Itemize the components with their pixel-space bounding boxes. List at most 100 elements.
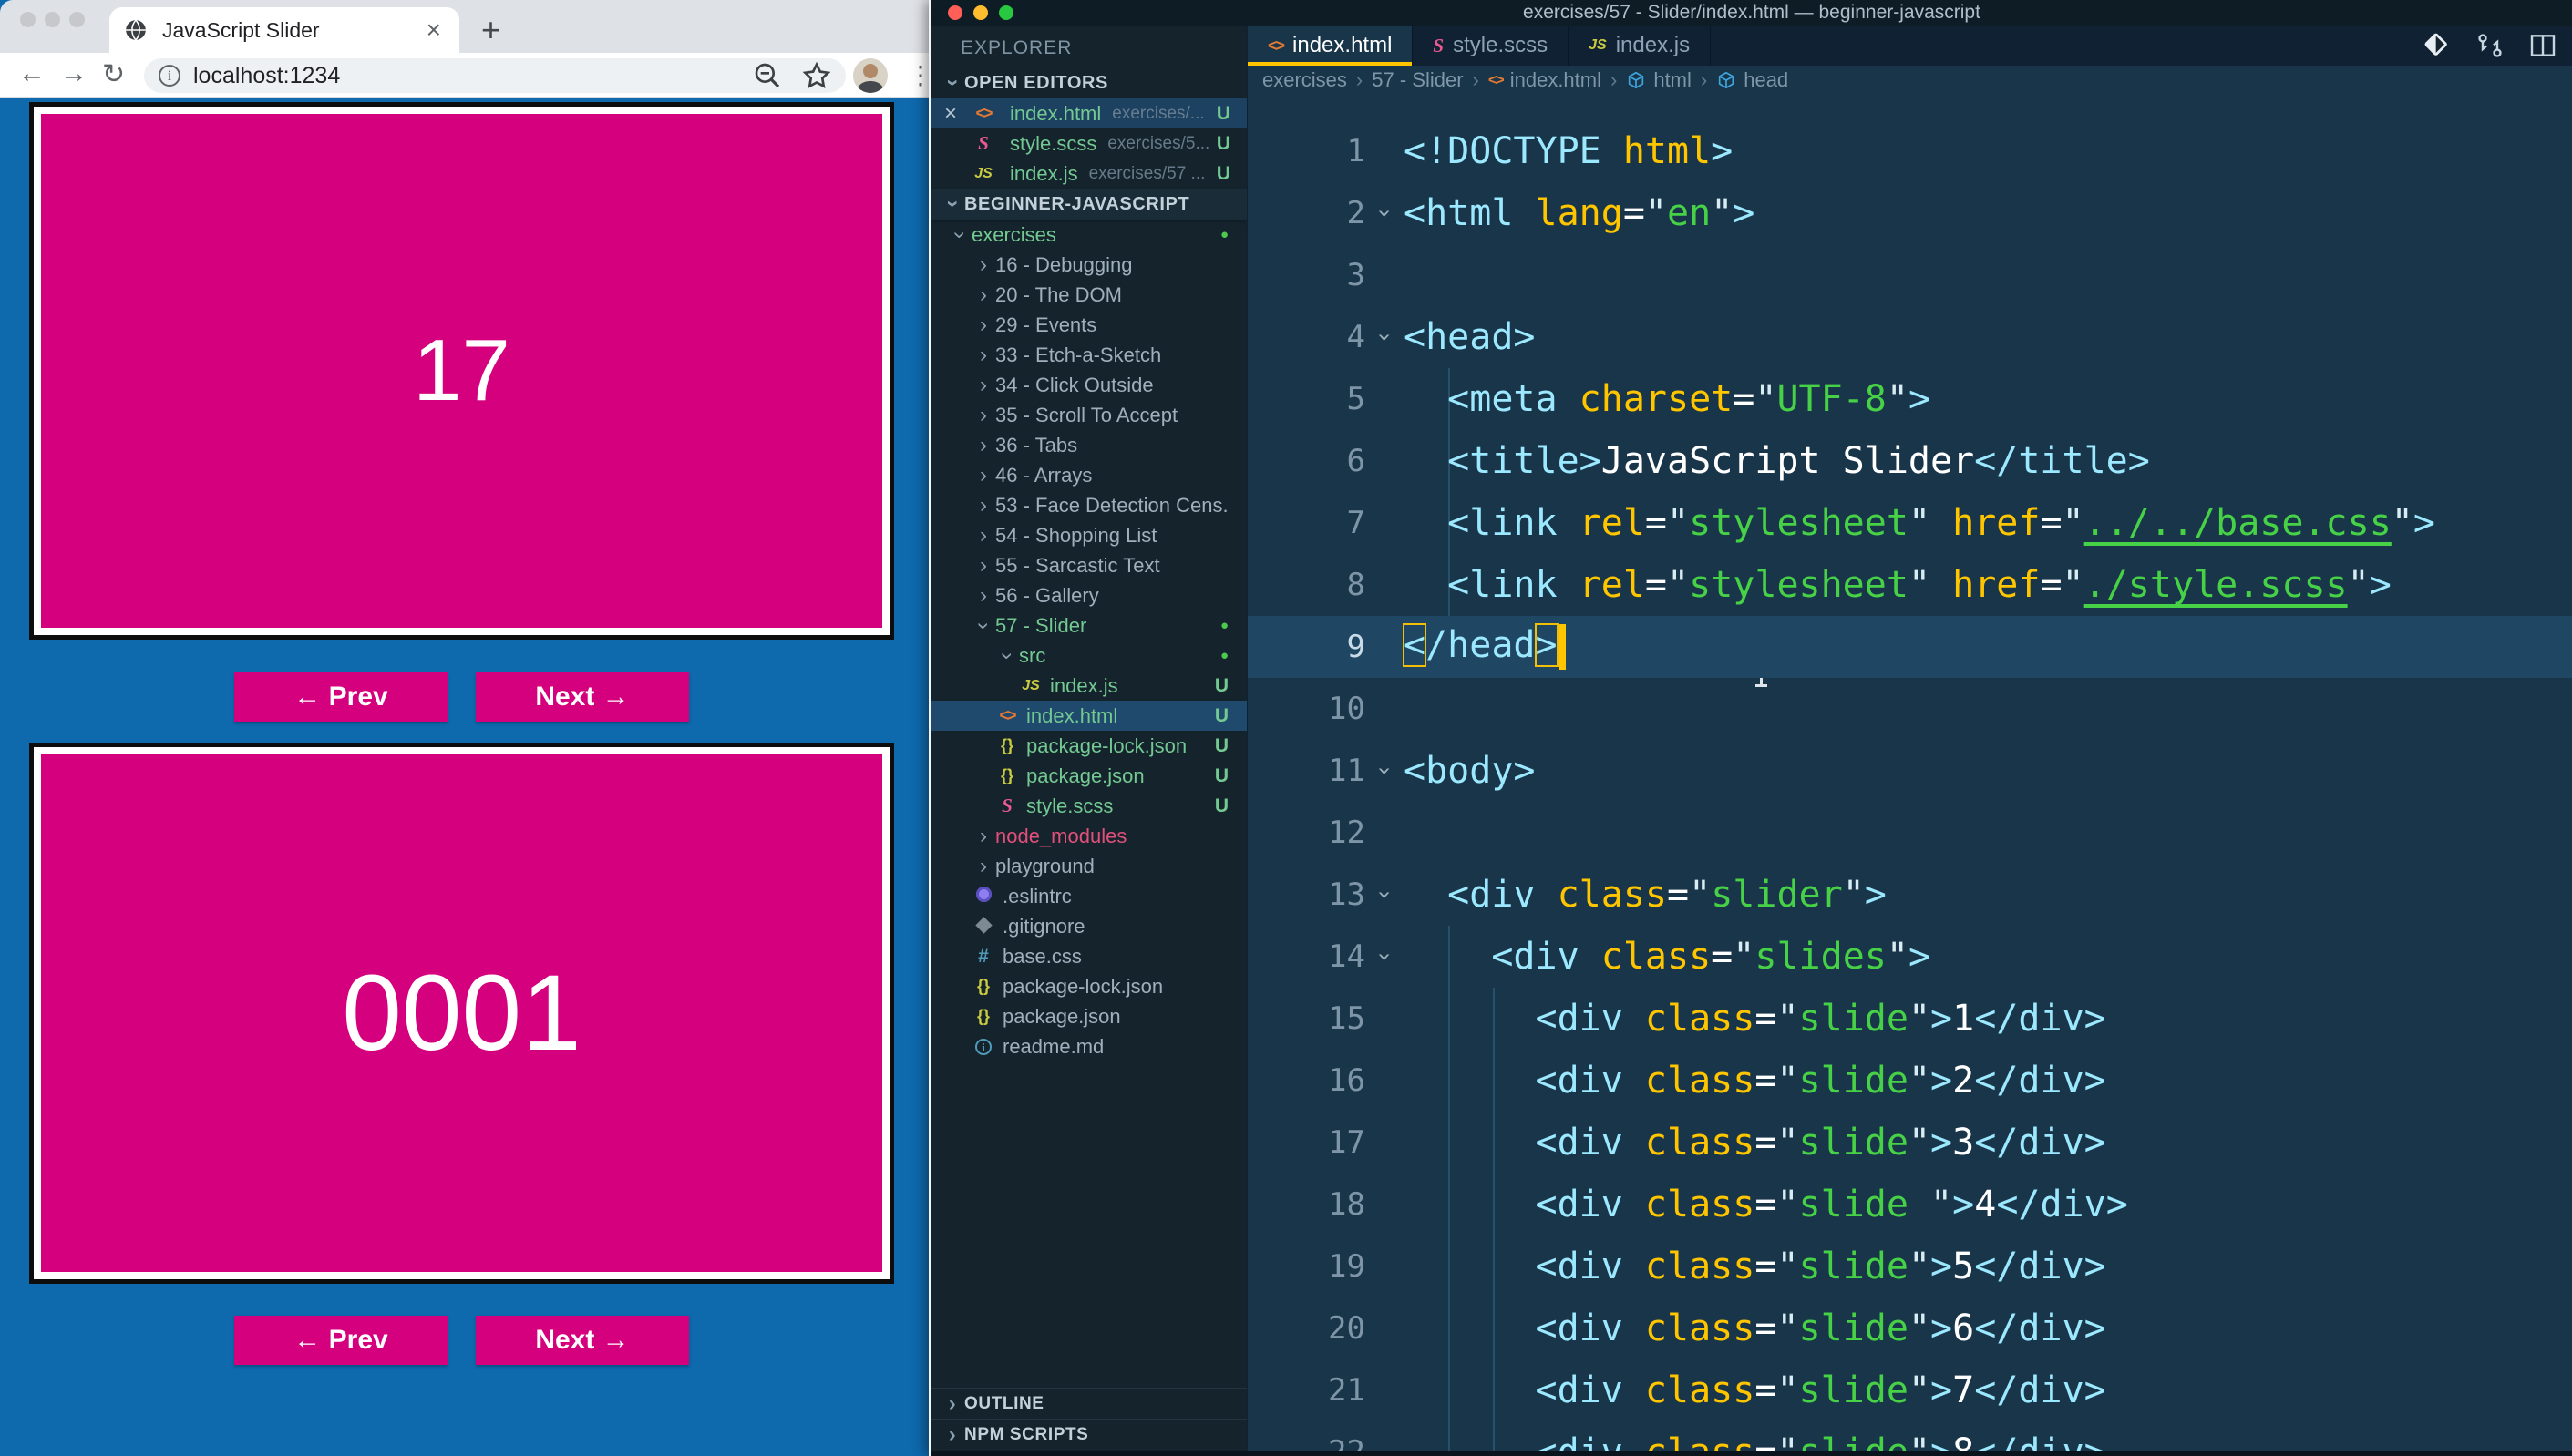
split-editor-icon[interactable]: [2528, 31, 2557, 60]
tree-item--eslintrc[interactable]: .eslintrc: [931, 881, 1247, 911]
site-info-icon[interactable]: i: [159, 65, 180, 87]
js-file-icon: JS: [1589, 37, 1607, 54]
code-line-9[interactable]: 9</head>: [1248, 616, 2572, 678]
breadcrumb-item-exercises[interactable]: exercises: [1262, 68, 1347, 92]
tree-item-46-arrays[interactable]: 46 - Arrays: [931, 460, 1247, 490]
code-line-21[interactable]: 21 <div class="slide">7</div>: [1248, 1359, 2572, 1421]
code-line-7[interactable]: 7 <link rel="stylesheet" href="../../bas…: [1248, 492, 2572, 554]
zoom-out-icon[interactable]: [753, 61, 782, 90]
tree-item-package-lock-json[interactable]: {}package-lock.jsonU: [931, 731, 1247, 761]
editor-tab-index.html[interactable]: <>index.html: [1248, 26, 1413, 66]
code-line-4[interactable]: 4<head>: [1248, 306, 2572, 368]
tree-item-33-etch-a-sketch[interactable]: 33 - Etch-a-Sketch: [931, 340, 1247, 370]
bookmark-star-icon[interactable]: [802, 61, 831, 90]
tree-item-src[interactable]: src●: [931, 641, 1247, 671]
breadcrumb-item-html[interactable]: html: [1626, 68, 1692, 92]
outline-section[interactable]: OUTLINE: [931, 1388, 1247, 1420]
tab-close-icon[interactable]: ×: [423, 15, 445, 45]
tree-item-label: node_modules: [995, 825, 1127, 848]
window-close-icon[interactable]: [20, 12, 36, 27]
fold-chevron-icon[interactable]: [1365, 881, 1404, 908]
open-editor-index.js[interactable]: JSindex.jsexercises/57 ...U: [931, 159, 1247, 189]
tree-item-index-html[interactable]: <>index.htmlU: [931, 701, 1247, 731]
tree-item-index-js[interactable]: JSindex.jsU: [931, 671, 1247, 701]
tree-item-package-json[interactable]: {}package.jsonU: [931, 761, 1247, 791]
fold-chevron-icon[interactable]: [1365, 943, 1404, 970]
tree-item-exercises[interactable]: exercises●: [931, 220, 1247, 250]
code-line-2[interactable]: 2<html lang="en">: [1248, 182, 2572, 244]
code-line-14[interactable]: 14 <div class="slides">: [1248, 926, 2572, 988]
fold-chevron-icon[interactable]: [1365, 323, 1404, 351]
reload-icon[interactable]: ↻: [102, 58, 125, 90]
editor-tab-index.js[interactable]: JSindex.js: [1569, 26, 1711, 66]
code-line-5[interactable]: 5 <meta charset="UTF-8">: [1248, 368, 2572, 430]
profile-avatar[interactable]: [853, 58, 888, 93]
tree-item--gitignore[interactable]: .gitignore: [931, 911, 1247, 941]
tree-item-35-scroll-to-accept[interactable]: 35 - Scroll To Accept: [931, 400, 1247, 430]
code-line-17[interactable]: 17 <div class="slide">3</div>: [1248, 1112, 2572, 1174]
fold-chevron-icon[interactable]: [1365, 757, 1404, 784]
code-line-10[interactable]: 10: [1248, 678, 2572, 740]
tree-item-56-gallery[interactable]: 56 - Gallery: [931, 580, 1247, 610]
code-line-18[interactable]: 18 <div class="slide ">4</div>: [1248, 1174, 2572, 1236]
tree-item-54-shopping-list[interactable]: 54 - Shopping List: [931, 520, 1247, 550]
breadcrumb-item-head[interactable]: head: [1716, 68, 1788, 92]
tree-item-playground[interactable]: playground: [931, 851, 1247, 881]
tree-item-34-click-outside[interactable]: 34 - Click Outside: [931, 370, 1247, 400]
window-minimize-icon[interactable]: [45, 12, 60, 27]
code-line-11[interactable]: 11<body>: [1248, 740, 2572, 802]
tree-item-node-modules[interactable]: node_modules: [931, 821, 1247, 851]
back-icon[interactable]: ←: [18, 58, 46, 89]
code-line-20[interactable]: 20 <div class="slide">6</div>: [1248, 1297, 2572, 1359]
fold-chevron-icon[interactable]: [1365, 200, 1404, 227]
tree-item-label: playground: [995, 855, 1095, 878]
git-status-badge: U: [1215, 765, 1229, 787]
tree-item-style-scss[interactable]: Sstyle.scssU: [931, 791, 1247, 821]
next-button-2[interactable]: Next →: [476, 1316, 689, 1365]
code-line-16[interactable]: 16 <div class="slide">2</div>: [1248, 1050, 2572, 1112]
code-line-12[interactable]: 12: [1248, 802, 2572, 864]
tree-item-base-css[interactable]: #base.css: [931, 941, 1247, 971]
tree-item-53-face-detection-cens-[interactable]: 53 - Face Detection Cens...: [931, 490, 1247, 520]
prev-button-2[interactable]: ← Prev: [234, 1316, 448, 1365]
tree-item-55-sarcastic-text[interactable]: 55 - Sarcastic Text: [931, 550, 1247, 580]
tree-item-package-json[interactable]: {}package.json: [931, 1001, 1247, 1031]
project-header[interactable]: BEGINNER-JAVASCRIPT: [931, 189, 1247, 220]
editor-tab-style.scss[interactable]: Sstyle.scss: [1413, 26, 1569, 66]
breadcrumb-item-57-slider[interactable]: 57 - Slider: [1372, 68, 1463, 92]
explorer-title: EXPLORER: [931, 26, 1247, 67]
code-line-15[interactable]: 15 <div class="slide">1</div>: [1248, 988, 2572, 1050]
code-editor[interactable]: 1<!DOCTYPE html>2<html lang="en">34<head…: [1248, 120, 2572, 1456]
js-file-icon: JS: [1019, 678, 1043, 694]
open-editor-index.html[interactable]: ×<>index.htmlexercises/...U: [931, 98, 1247, 128]
tree-item-16-debugging[interactable]: 16 - Debugging: [931, 250, 1247, 280]
open-editors-header[interactable]: OPEN EDITORS: [931, 67, 1247, 98]
tree-item-readme-md[interactable]: ireadme.md: [931, 1031, 1247, 1061]
prev-button-1[interactable]: ← Prev: [234, 672, 448, 722]
url-bar[interactable]: i localhost:1234: [144, 58, 846, 93]
line-number: 8: [1248, 567, 1365, 603]
code-line-6[interactable]: 6 <title>JavaScript Slider</title>: [1248, 430, 2572, 492]
code-line-1[interactable]: 1<!DOCTYPE html>: [1248, 120, 2572, 182]
tree-item-29-events[interactable]: 29 - Events: [931, 310, 1247, 340]
tree-item-57-slider[interactable]: 57 - Slider●: [931, 610, 1247, 641]
npm-scripts-section[interactable]: NPM SCRIPTS: [931, 1419, 1247, 1451]
close-editor-icon[interactable]: ×: [944, 101, 972, 127]
next-button-1[interactable]: Next →: [476, 672, 689, 722]
window-zoom-icon[interactable]: [69, 12, 85, 27]
code-line-13[interactable]: 13 <div class="slider">: [1248, 864, 2572, 926]
new-tab-button[interactable]: +: [481, 11, 500, 49]
code-line-19[interactable]: 19 <div class="slide">5</div>: [1248, 1236, 2572, 1297]
url-text[interactable]: localhost:1234: [193, 63, 733, 89]
code-line-3[interactable]: 3: [1248, 244, 2572, 306]
browser-tab[interactable]: JavaScript Slider ×: [109, 7, 459, 53]
open-editor-style.scss[interactable]: Sstyle.scssexercises/5...U: [931, 128, 1247, 159]
open-changes-icon[interactable]: [2475, 31, 2505, 60]
tree-item-package-lock-json[interactable]: {}package-lock.json: [931, 971, 1247, 1001]
tree-item-36-tabs[interactable]: 36 - Tabs: [931, 430, 1247, 460]
open-preview-icon[interactable]: [2423, 31, 2452, 60]
code-line-8[interactable]: 8 <link rel="stylesheet" href="./style.s…: [1248, 554, 2572, 616]
tree-item-20-the-dom[interactable]: 20 - The DOM: [931, 280, 1247, 310]
breadcrumb-item-index-html[interactable]: <>index.html: [1488, 68, 1601, 92]
forward-icon[interactable]: →: [60, 58, 87, 89]
